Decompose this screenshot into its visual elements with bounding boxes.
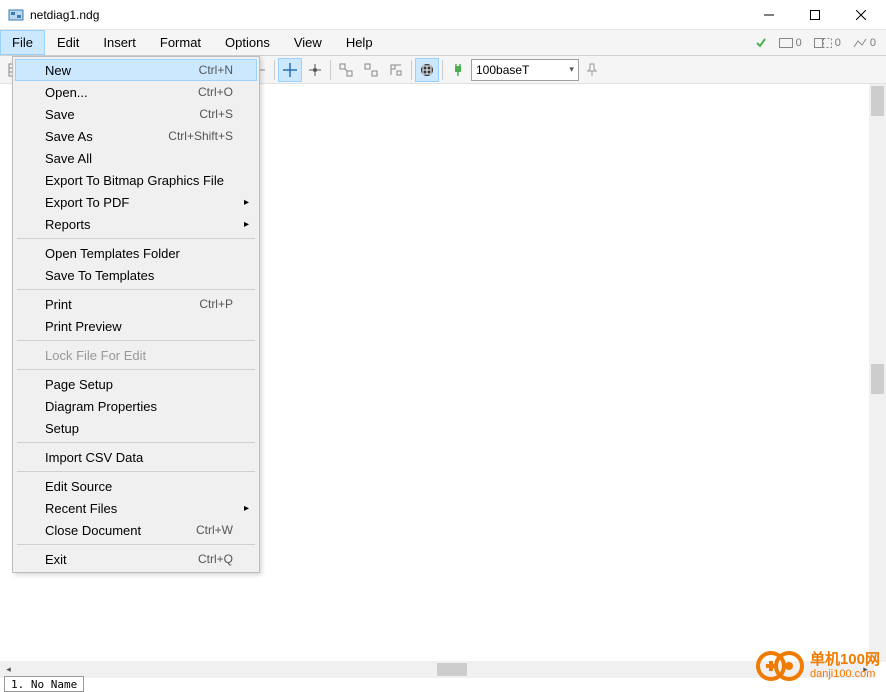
menuitem-recent-files[interactable]: Recent Files▸: [15, 497, 257, 519]
menuitem-import-csv-data[interactable]: Import CSV Data: [15, 446, 257, 468]
tb-grid-icon[interactable]: [415, 58, 439, 82]
menuitem-save[interactable]: SaveCtrl+S: [15, 103, 257, 125]
tb-pushpin-icon[interactable]: [580, 58, 604, 82]
sheet-tabs: 1. No Name: [4, 676, 84, 692]
status-lines: 0: [849, 37, 880, 49]
menuitem-close-document[interactable]: Close DocumentCtrl+W: [15, 519, 257, 541]
titlebar: netdiag1.ndg: [0, 0, 886, 30]
file-menu-dropdown: NewCtrl+NOpen...Ctrl+OSaveCtrl+SSave AsC…: [12, 56, 260, 573]
status-links: 0: [810, 37, 845, 49]
window-title: netdiag1.ndg: [30, 8, 746, 22]
menuitem-print-preview[interactable]: Print Preview: [15, 315, 257, 337]
line-type-combo[interactable]: 100baseT ▾: [471, 59, 579, 81]
tb-ungroup-icon[interactable]: [359, 58, 383, 82]
menuitem-exit[interactable]: ExitCtrl+Q: [15, 548, 257, 570]
status-nodes: 0: [775, 37, 806, 49]
menubar: FileEditInsertFormatOptionsViewHelp 0 0 …: [0, 30, 886, 56]
sheet-tab-1[interactable]: 1. No Name: [4, 676, 84, 692]
window-controls: [746, 0, 884, 30]
menubar-status: 0 0 0: [751, 30, 886, 55]
watermark-logo: 单机100网 danji100.com: [756, 646, 880, 686]
menu-format[interactable]: Format: [148, 30, 213, 55]
status-check: [751, 37, 771, 49]
watermark-text-url: danji100.com: [810, 668, 880, 680]
vertical-scrollbar[interactable]: [869, 84, 886, 662]
menuitem-diagram-properties[interactable]: Diagram Properties: [15, 395, 257, 417]
minimize-button[interactable]: [746, 0, 792, 30]
tb-plug-icon[interactable]: [446, 58, 470, 82]
menu-insert[interactable]: Insert: [91, 30, 148, 55]
menuitem-new[interactable]: NewCtrl+N: [15, 59, 257, 81]
close-button[interactable]: [838, 0, 884, 30]
tb-align-icon[interactable]: [384, 58, 408, 82]
menuitem-open[interactable]: Open...Ctrl+O: [15, 81, 257, 103]
menu-edit[interactable]: Edit: [45, 30, 91, 55]
menu-file[interactable]: File: [0, 30, 45, 55]
menuitem-save-all[interactable]: Save All: [15, 147, 257, 169]
submenu-arrow-icon: ▸: [244, 503, 249, 514]
submenu-arrow-icon: ▸: [244, 197, 249, 208]
menu-options[interactable]: Options: [213, 30, 282, 55]
menuitem-setup[interactable]: Setup: [15, 417, 257, 439]
menuitem-print[interactable]: PrintCtrl+P: [15, 293, 257, 315]
chevron-down-icon: ▾: [569, 64, 574, 75]
line-type-value: 100baseT: [476, 63, 529, 77]
scrollbar-thumb[interactable]: [871, 86, 884, 116]
menuitem-reports[interactable]: Reports▸: [15, 213, 257, 235]
menuitem-export-to-pdf[interactable]: Export To PDF▸: [15, 191, 257, 213]
app-icon: [8, 7, 24, 23]
scrollbar-thumb[interactable]: [437, 663, 467, 676]
watermark-text-cn: 单机100网: [810, 652, 880, 669]
menuitem-save-to-templates[interactable]: Save To Templates: [15, 264, 257, 286]
menuitem-save-as[interactable]: Save AsCtrl+Shift+S: [15, 125, 257, 147]
maximize-button[interactable]: [792, 0, 838, 30]
menuitem-edit-source[interactable]: Edit Source: [15, 475, 257, 497]
menuitem-export-to-bitmap-graphics-file[interactable]: Export To Bitmap Graphics File: [15, 169, 257, 191]
tb-group-icon[interactable]: [334, 58, 358, 82]
scrollbar-thumb[interactable]: [871, 364, 884, 394]
tb-anchor-icon[interactable]: [303, 58, 327, 82]
submenu-arrow-icon: ▸: [244, 219, 249, 230]
menu-help[interactable]: Help: [334, 30, 385, 55]
menu-view[interactable]: View: [282, 30, 334, 55]
menuitem-open-templates-folder[interactable]: Open Templates Folder: [15, 242, 257, 264]
tb-snap-icon[interactable]: [278, 58, 302, 82]
menuitem-lock-file-for-edit: Lock File For Edit: [15, 344, 257, 366]
menuitem-page-setup[interactable]: Page Setup: [15, 373, 257, 395]
horizontal-scrollbar[interactable]: ◂ ▸: [0, 661, 874, 678]
